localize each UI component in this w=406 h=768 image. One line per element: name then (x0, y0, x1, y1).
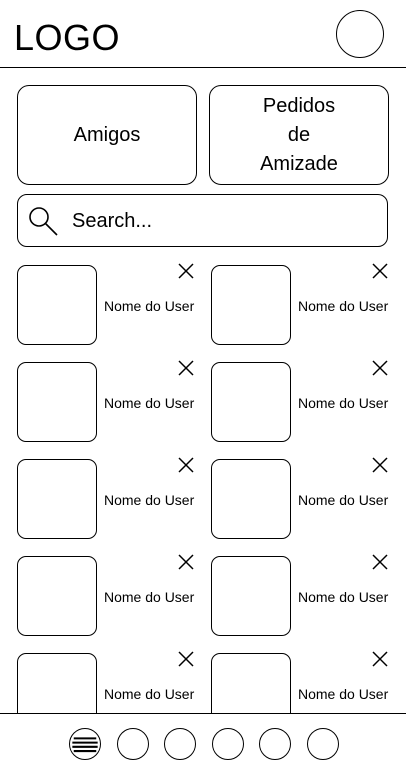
friend-avatar[interactable] (17, 653, 97, 713)
friend-name: Nome do User (104, 589, 195, 605)
friend-avatar[interactable] (211, 362, 291, 442)
friend-avatar[interactable] (211, 265, 291, 345)
nav-button-3[interactable] (211, 728, 244, 760)
close-icon[interactable] (371, 553, 389, 571)
close-icon[interactable] (177, 553, 195, 571)
search-input[interactable] (70, 205, 374, 237)
friend-name: Nome do User (104, 395, 195, 411)
friend-card[interactable]: Nome do User (17, 650, 207, 713)
friend-name: Nome do User (104, 686, 195, 702)
nav-button-5[interactable] (306, 728, 339, 760)
nav-button-1[interactable] (116, 728, 149, 760)
search-icon (29, 207, 58, 236)
bottom-nav (0, 713, 406, 768)
close-icon[interactable] (177, 359, 195, 377)
friends-grid: Nome do User Nome do User Nome do User Nome… (0, 262, 406, 713)
logo[interactable]: LOGO (14, 18, 120, 58)
friend-card[interactable]: Nome do User (17, 553, 207, 636)
nav-button-2[interactable] (164, 728, 196, 760)
friend-avatar[interactable] (211, 653, 291, 713)
close-icon[interactable] (177, 262, 195, 280)
close-icon[interactable] (371, 650, 389, 668)
close-icon[interactable] (371, 456, 389, 474)
tab-amigos[interactable]: Amigos (17, 85, 197, 185)
friend-avatar[interactable] (17, 265, 97, 345)
tab-pedidos-label: Pedidos de Amizade (260, 94, 338, 175)
menu-button[interactable] (69, 728, 101, 760)
friend-card[interactable]: Nome do User (211, 650, 401, 713)
friend-avatar[interactable] (17, 556, 97, 636)
nav-button-4[interactable] (259, 728, 291, 760)
close-icon[interactable] (371, 262, 389, 280)
profile-circle-icon[interactable] (336, 10, 384, 58)
search-bar[interactable] (17, 194, 388, 247)
friend-card[interactable]: Nome do User (211, 359, 401, 442)
tab-amigos-label: Amigos (73, 123, 141, 146)
friend-name: Nome do User (298, 492, 389, 508)
friend-name: Nome do User (298, 589, 389, 605)
friend-card[interactable]: Nome do User (211, 262, 401, 345)
friend-avatar[interactable] (211, 556, 291, 636)
friend-card[interactable]: Nome do User (17, 456, 207, 539)
close-icon[interactable] (177, 456, 195, 474)
friend-avatar[interactable] (17, 362, 97, 442)
friend-name: Nome do User (298, 395, 389, 411)
friend-name: Nome do User (298, 686, 389, 702)
friend-avatar[interactable] (211, 459, 291, 539)
header: LOGO (0, 0, 406, 68)
friend-card[interactable]: Nome do User (17, 262, 207, 345)
friend-name: Nome do User (298, 298, 389, 314)
menu-icon (72, 737, 98, 753)
friend-card[interactable]: Nome do User (211, 553, 401, 636)
friend-card[interactable]: Nome do User (17, 359, 207, 442)
close-icon[interactable] (371, 359, 389, 377)
friend-card[interactable]: Nome do User (211, 456, 401, 539)
tab-pedidos-de-amizade[interactable]: Pedidos de Amizade (209, 85, 389, 185)
friend-avatar[interactable] (17, 459, 97, 539)
friend-name: Nome do User (104, 492, 195, 508)
close-icon[interactable] (177, 650, 195, 668)
friend-name: Nome do User (104, 298, 195, 314)
